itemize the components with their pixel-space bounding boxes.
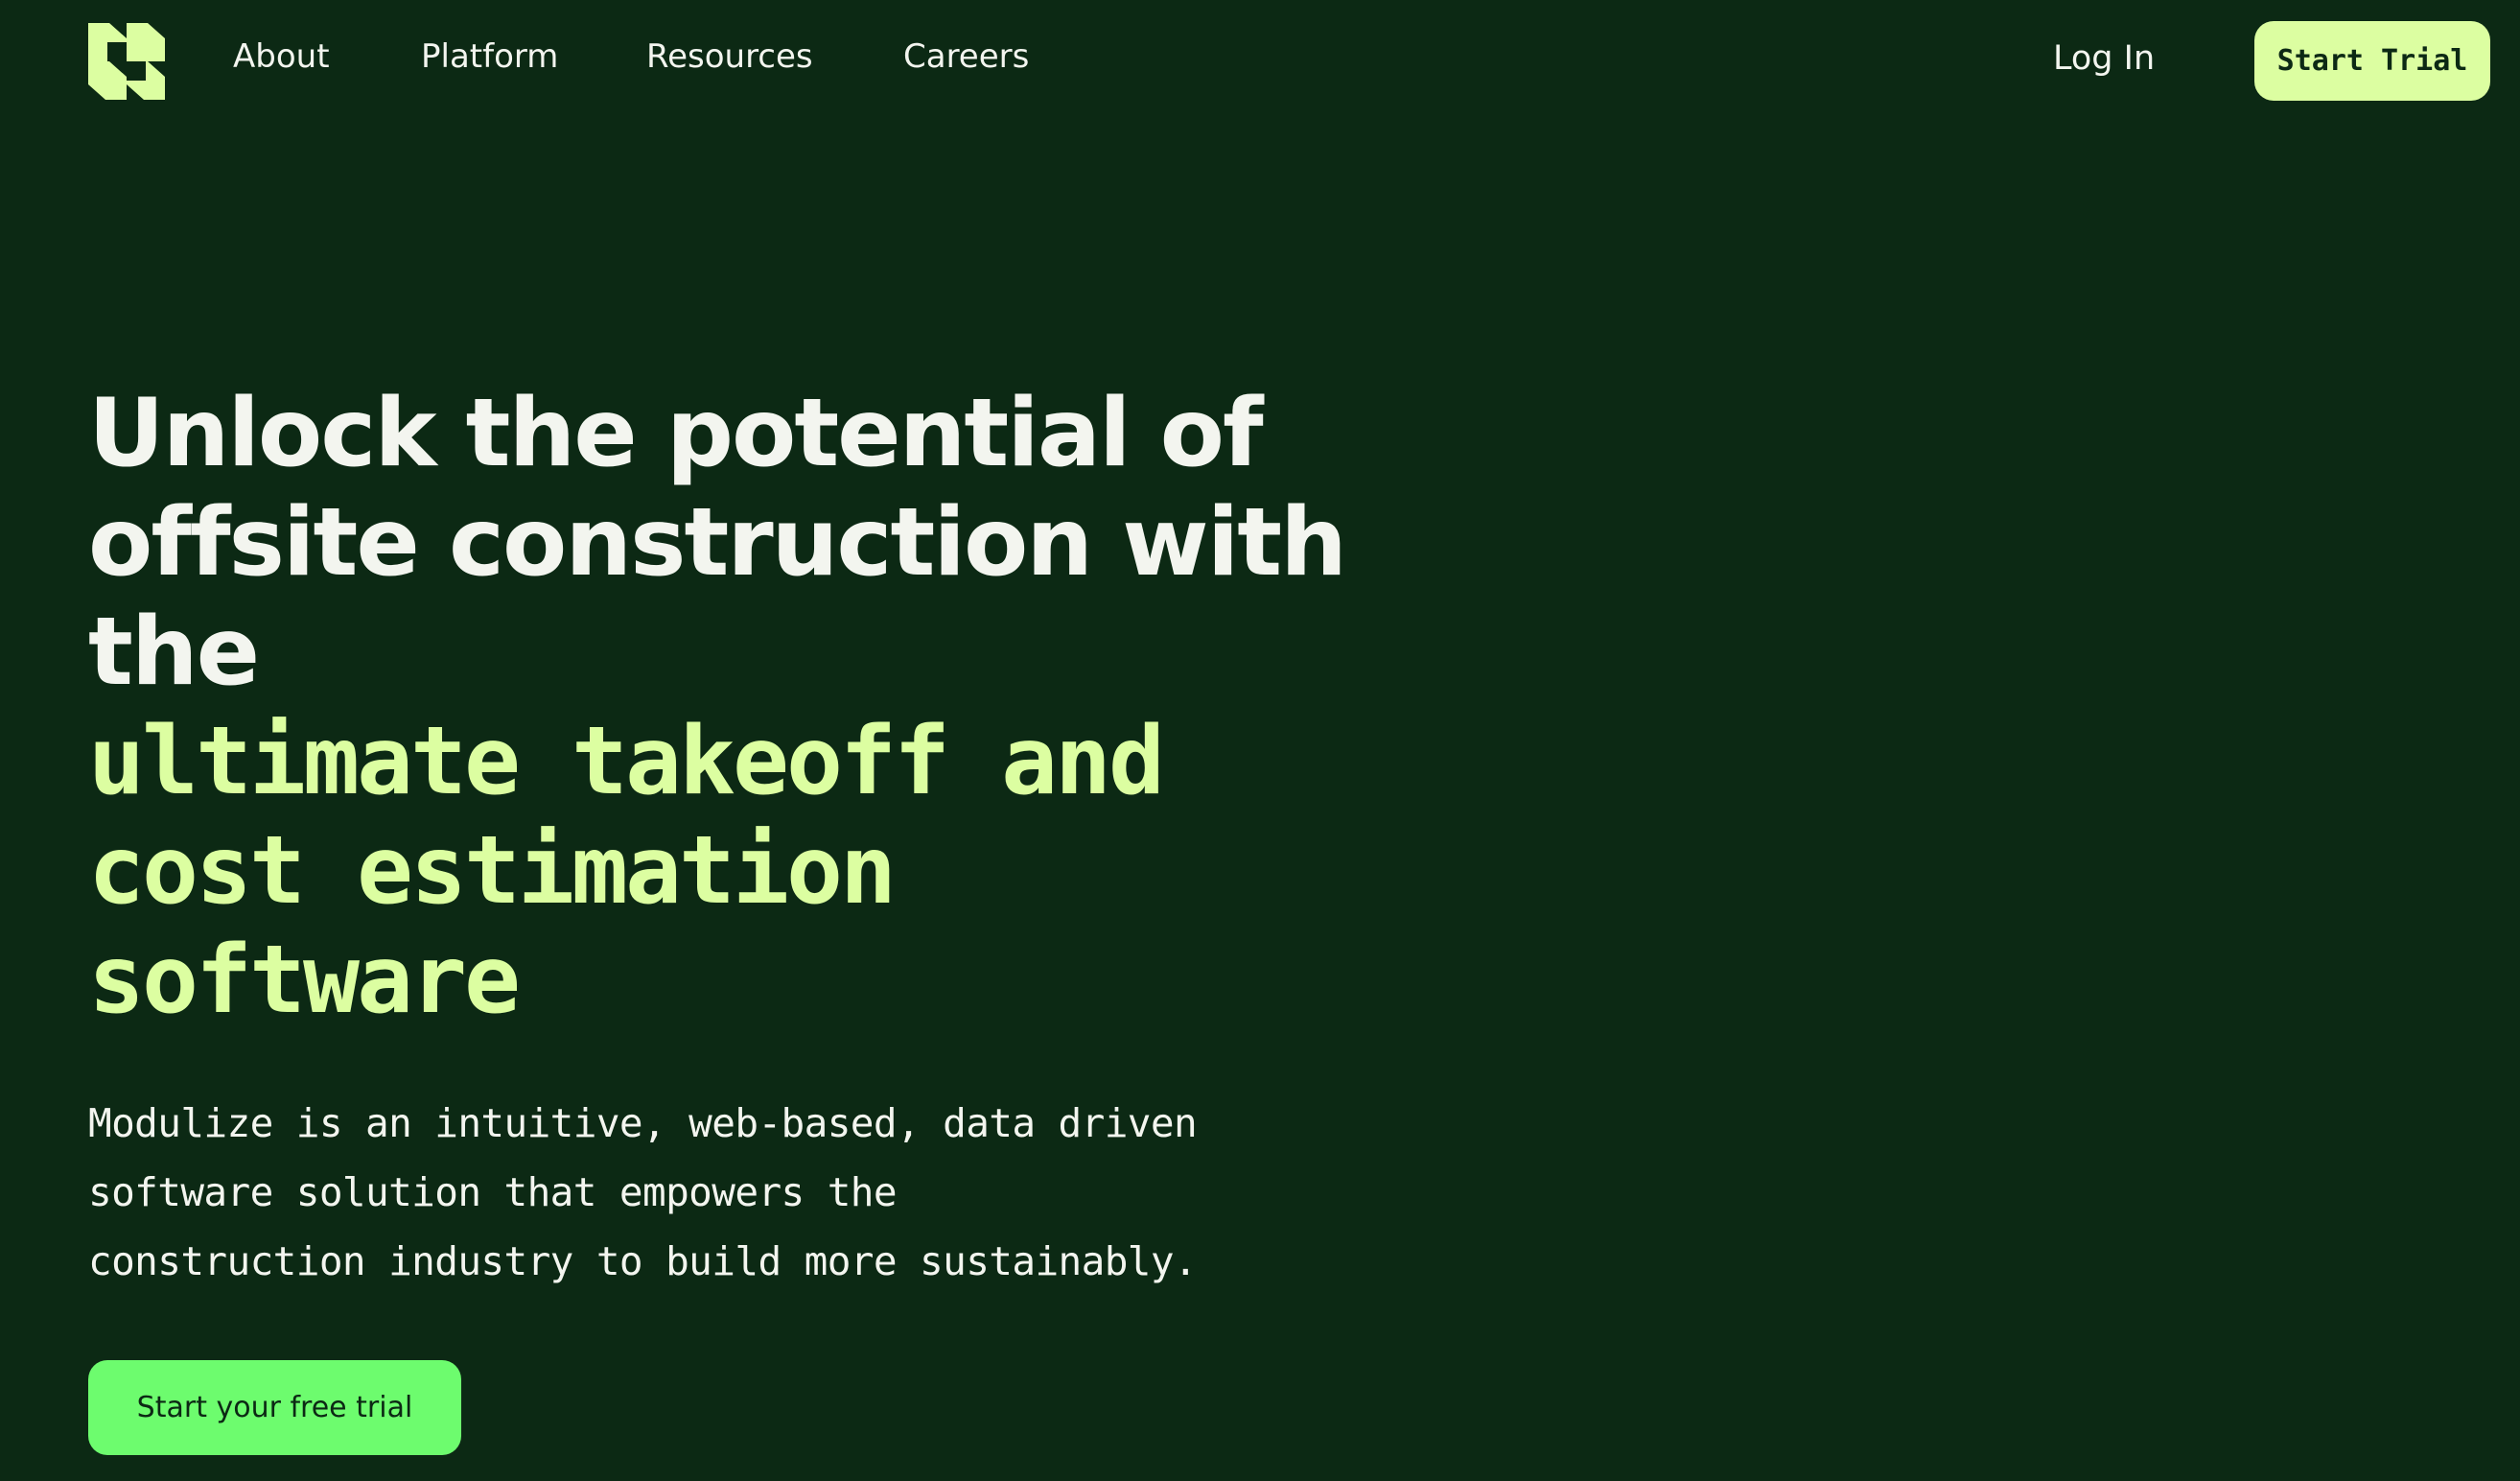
start-free-trial-button[interactable]: Start your free trial [88,1360,461,1455]
modulize-logo-icon[interactable] [88,23,165,100]
hero-headline: Unlock the potential of offsite construc… [88,379,1347,1035]
description-line: construction industry to build more sust… [88,1238,1198,1284]
nav-link-resources[interactable]: Resources [646,33,813,81]
nav-link-careers[interactable]: Careers [903,33,1029,81]
nav-link-about[interactable]: About [233,33,330,81]
headline-line: the [88,598,260,707]
hero-description: Modulize is an intuitive, web-based, dat… [88,1089,1201,1296]
start-trial-button[interactable]: Start Trial [2254,21,2490,101]
headline-accent-line: cost estimation [88,816,897,926]
headline-accent-line: ultimate takeoff and [88,707,1165,816]
login-link[interactable]: Log In [2053,35,2155,82]
description-line: software solution that empowers the [88,1169,898,1215]
headline-line: Unlock the potential of [88,379,1264,488]
headline-accent-line: software [88,926,521,1035]
hero-section: Unlock the potential of offsite construc… [88,379,1347,1035]
description-line: Modulize is an intuitive, web-based, dat… [88,1100,1198,1146]
top-nav: About Platform Resources Careers Log In … [0,0,2520,120]
nav-link-platform[interactable]: Platform [421,33,558,81]
headline-line: offsite construction with [88,488,1347,598]
